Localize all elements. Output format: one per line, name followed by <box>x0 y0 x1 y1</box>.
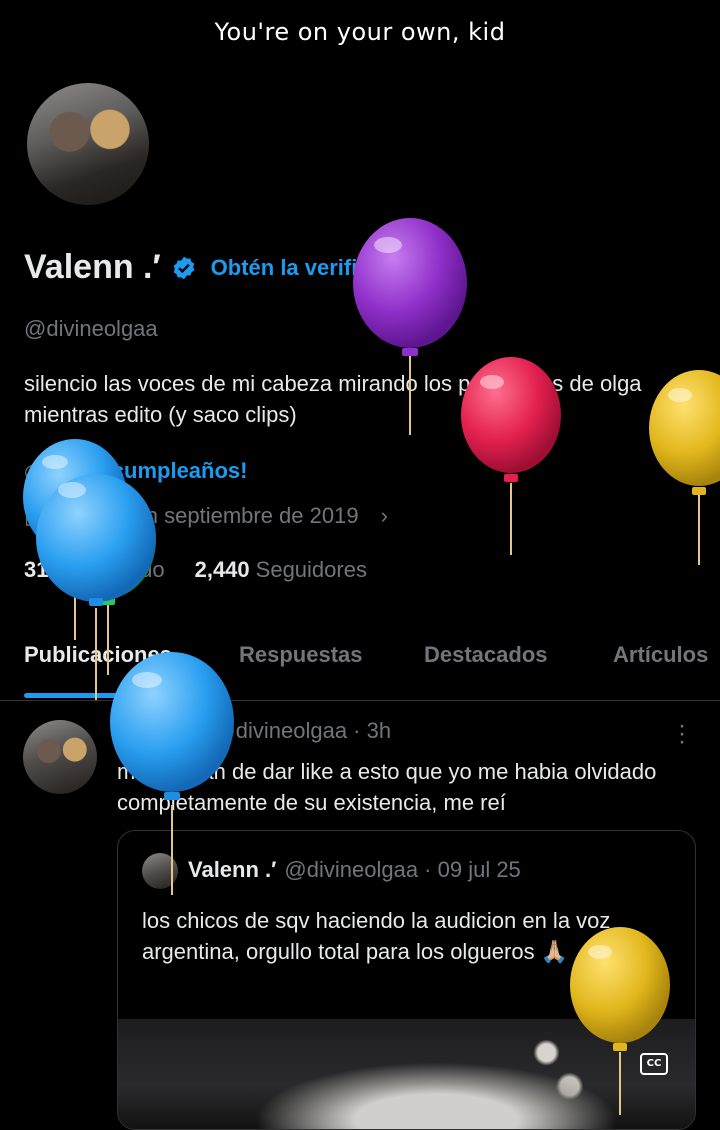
tab-articulos[interactable]: Artículos <box>613 642 708 668</box>
following-count: 318 <box>24 557 61 582</box>
post-text: me acaban de dar like a esto que yo me h… <box>117 759 657 815</box>
quote-header: Valenn .′ @divineolgaa · 09 jul 25 <box>188 857 521 883</box>
post-avatar[interactable] <box>23 720 97 794</box>
quote-author-name: Valenn .′ <box>188 857 277 882</box>
profile-bio: silencio las voces de mi cabeza mirando … <box>24 371 642 427</box>
chevron-right-icon: › <box>380 503 388 528</box>
joined-row[interactable]: ▣ Se unió en septiembre de 2019 › <box>24 503 388 529</box>
joined-date: Se unió en septiembre de 2019 <box>52 503 359 528</box>
quote-meta: @divineolgaa · 09 jul 25 <box>284 857 521 882</box>
followers-label: Seguidores <box>255 557 367 582</box>
profile-handle: @divineolgaa <box>24 316 158 341</box>
more-vertical-icon[interactable]: · · · <box>672 714 692 754</box>
quote-text: los chicos de sqv haciendo la audicion e… <box>142 908 611 964</box>
verified-badge-icon[interactable] <box>171 255 197 281</box>
display-name: Valenn .′ <box>24 248 161 286</box>
follow-stats: 318 Siguiendo 2,440 Seguidores <box>24 557 367 583</box>
birthday-row: ◎ ¡Feliz cumpleaños! <box>24 458 248 484</box>
tab-respuestas[interactable]: Respuestas <box>239 642 363 668</box>
followers-link[interactable]: 2,440 Seguidores <box>195 557 367 583</box>
post-author-name[interactable]: Valenn .′ <box>117 718 205 744</box>
profile-name-row: Valenn .′ Obtén la verificación <box>24 248 427 287</box>
active-tab-indicator <box>24 693 191 698</box>
followers-count: 2,440 <box>194 557 250 582</box>
following-link[interactable]: 318 Siguiendo <box>24 557 165 583</box>
calendar-icon: ▣ <box>24 503 45 528</box>
post-meta: @divineolgaa · 3h <box>213 718 392 743</box>
profile-avatar[interactable] <box>24 80 152 208</box>
birthday-link[interactable]: ¡Feliz cumpleaños! <box>49 458 247 484</box>
profile-tabs: Publicaciones Respuestas Destacados Artí… <box>0 630 720 701</box>
get-verified-link[interactable]: Obtén la verificación <box>211 255 427 281</box>
tab-publicaciones[interactable]: Publicaciones <box>24 642 172 668</box>
overlay-caption: You're on your own, kid <box>214 18 506 46</box>
cake-icon: ◎ <box>24 460 42 483</box>
post-header: Valenn .′ @divineolgaa · 3h <box>117 718 391 744</box>
tab-destacados[interactable]: Destacados <box>424 642 548 668</box>
following-label: Siguiendo <box>66 557 165 582</box>
quote-video[interactable]: CC <box>118 1019 695 1129</box>
quote-avatar <box>142 853 178 889</box>
closed-captions-icon[interactable]: CC <box>640 1053 668 1075</box>
quoted-post[interactable]: Valenn .′ @divineolgaa · 09 jul 25 los c… <box>117 830 696 1130</box>
